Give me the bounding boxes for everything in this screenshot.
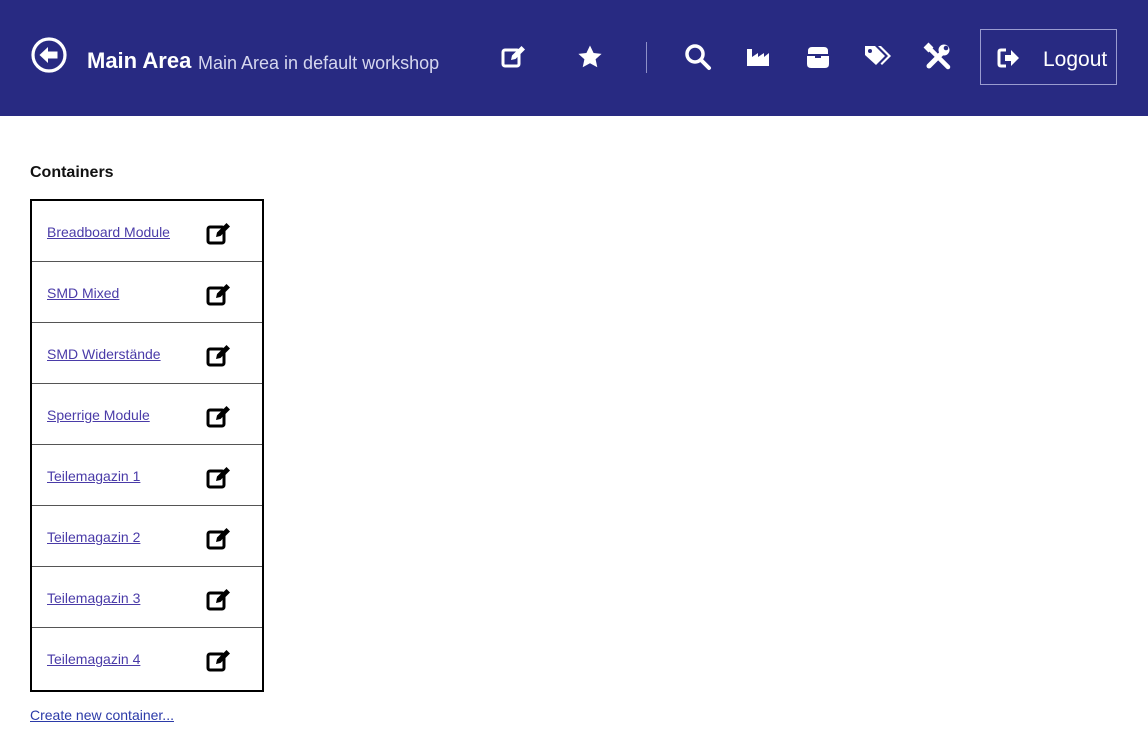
edit-icon[interactable]	[205, 282, 233, 308]
edit-area-button[interactable]	[497, 40, 531, 74]
favorite-button[interactable]	[573, 40, 607, 74]
logout-button[interactable]: Logout	[980, 29, 1117, 85]
container-link[interactable]: SMD Widerstände	[47, 345, 161, 363]
containers-button[interactable]	[801, 40, 835, 74]
edit-icon	[501, 46, 525, 68]
container-link[interactable]: Teilemagazin 3	[47, 589, 140, 607]
edit-icon[interactable]	[205, 587, 233, 613]
container-list: Breadboard Module SMD Mixed SMD Widerstä…	[30, 199, 264, 692]
box-icon	[807, 47, 829, 68]
container-link[interactable]: Teilemagazin 2	[47, 528, 140, 546]
container-link[interactable]: Teilemagazin 1	[47, 467, 140, 485]
container-link[interactable]: SMD Mixed	[47, 284, 119, 302]
container-link[interactable]: Sperrige Module	[47, 406, 150, 424]
container-link[interactable]: Breadboard Module	[47, 223, 170, 241]
industry-icon	[747, 49, 769, 66]
container-link[interactable]: Teilemagazin 4	[47, 650, 140, 668]
manufacturers-button[interactable]	[741, 40, 775, 74]
edit-icon[interactable]	[205, 404, 233, 430]
list-item: Teilemagazin 1	[32, 445, 262, 506]
page-title: Main Area	[87, 48, 192, 73]
edit-icon[interactable]	[205, 465, 233, 491]
list-item: Teilemagazin 3	[32, 567, 262, 628]
list-item: Breadboard Module	[32, 201, 262, 262]
page-subtitle: Main Area in default workshop	[198, 53, 440, 73]
edit-icon[interactable]	[205, 526, 233, 552]
section-title: Containers	[30, 164, 114, 181]
tags-icon	[865, 46, 891, 65]
tags-button[interactable]	[861, 40, 895, 74]
search-icon	[685, 44, 711, 70]
logout-label: Logout	[1043, 48, 1108, 71]
tools-icon	[923, 42, 951, 70]
toolbar-divider	[646, 42, 647, 73]
top-bar: Main Area Main Area in default workshop	[0, 0, 1148, 116]
list-item: SMD Mixed	[32, 262, 262, 323]
search-button[interactable]	[681, 40, 715, 74]
edit-icon[interactable]	[205, 221, 233, 247]
list-item: Teilemagazin 4	[32, 628, 262, 689]
circle-arrow-left-icon	[31, 37, 67, 73]
list-item: SMD Widerstände	[32, 323, 262, 384]
sign-out-icon	[997, 48, 1019, 68]
edit-icon[interactable]	[205, 648, 233, 674]
create-container-link[interactable]: Create new container...	[30, 706, 174, 724]
star-icon	[578, 45, 602, 68]
tools-button[interactable]	[921, 40, 955, 74]
list-item: Sperrige Module	[32, 384, 262, 445]
list-item: Teilemagazin 2	[32, 506, 262, 567]
edit-icon[interactable]	[205, 343, 233, 369]
back-button[interactable]	[29, 35, 69, 75]
